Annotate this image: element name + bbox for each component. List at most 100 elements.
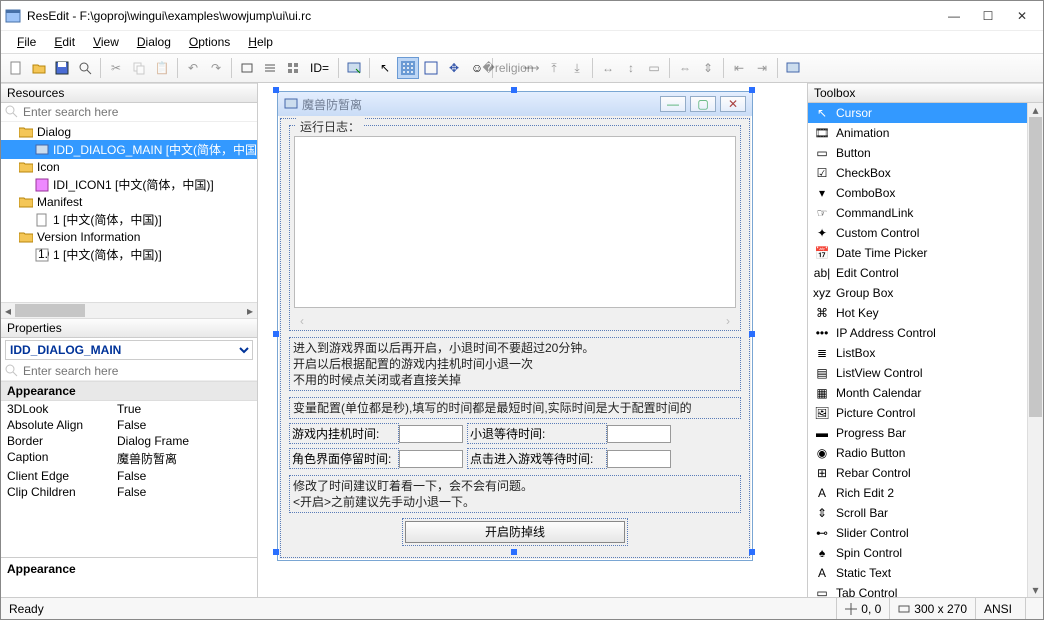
button-start[interactable]: 开启防掉线 (405, 521, 625, 543)
prop-clipchildren[interactable]: Clip ChildrenFalse (1, 484, 257, 500)
align-bottom-icon[interactable]: ⤓ (566, 57, 588, 79)
menu-file[interactable]: File (9, 33, 44, 51)
space-h-icon[interactable]: ⇤ (728, 57, 750, 79)
resources-tree[interactable]: Dialog IDD_DIALOG_MAIN [中文(简体，中国)] Icon … (1, 122, 257, 302)
center-v-icon[interactable]: ⇕ (697, 57, 719, 79)
prop-caption[interactable]: Caption魔兽防暂离 (1, 449, 257, 468)
prop-clientedge[interactable]: Client EdgeFalse (1, 468, 257, 484)
toolbox-item-month-calendar[interactable]: ▦Month Calendar (808, 383, 1027, 403)
toolbox-item-combobox[interactable]: ▾ComboBox (808, 183, 1027, 203)
scroll-left-icon[interactable]: ◂ (1, 303, 15, 318)
properties-table[interactable]: Appearance 3DLookTrue Absolute AlignFals… (1, 381, 257, 557)
groupbox-log[interactable]: 运行日志： ‹› (289, 125, 741, 331)
frame-icon[interactable] (420, 57, 442, 79)
scroll-down-icon[interactable]: ▾ (1028, 583, 1043, 597)
toolbox-list[interactable]: ↖Cursor🎞Animation▭Button☑CheckBox▾ComboB… (808, 103, 1027, 597)
menu-options[interactable]: Options (181, 33, 238, 51)
toolbox-vscroll[interactable]: ▴ ▾ (1027, 103, 1043, 597)
label-wait-time[interactable]: 小退等待时间: (467, 423, 607, 444)
tool-list-icon[interactable] (259, 57, 281, 79)
toolbox-item-ip-address-control[interactable]: •••IP Address Control (808, 323, 1027, 343)
toolbox-item-listbox[interactable]: ≣ListBox (808, 343, 1027, 363)
input-game-time[interactable] (399, 425, 463, 443)
scroll-up-icon[interactable]: ▴ (1028, 103, 1043, 117)
menu-view[interactable]: View (85, 33, 127, 51)
toolbox-item-progress-bar[interactable]: ▬Progress Bar (808, 423, 1027, 443)
toolbox-item-custom-control[interactable]: ✦Custom Control (808, 223, 1027, 243)
handle-n[interactable] (511, 87, 517, 93)
input-enter-time[interactable] (607, 450, 671, 468)
toolbox-item-scroll-bar[interactable]: ⇕Scroll Bar (808, 503, 1027, 523)
toolbox-item-picture-control[interactable]: 🖼Picture Control (808, 403, 1027, 423)
toolbox-item-radio-button[interactable]: ◉Radio Button (808, 443, 1027, 463)
edit-log[interactable] (294, 136, 736, 308)
prop-3dlook[interactable]: 3DLookTrue (1, 401, 257, 417)
test-dialog-icon[interactable] (343, 57, 365, 79)
cursor-tool-icon[interactable]: ↖ (374, 57, 396, 79)
tree-dialog[interactable]: Dialog (1, 124, 257, 140)
log-scroll-right[interactable]: › (726, 314, 730, 328)
properties-search-input[interactable] (23, 364, 253, 378)
dialog-preview[interactable]: 魔兽防暂离 — ▢ ✕ 运行日志： ‹› 进入到游戏界面以后再开启，小退时间不要… (277, 91, 753, 561)
toolbox-item-edit-control[interactable]: ab|Edit Control (808, 263, 1027, 283)
redo-icon[interactable]: ↷ (205, 57, 227, 79)
dialog-min-button[interactable]: — (660, 96, 686, 112)
toolbox-item-commandlink[interactable]: ☞CommandLink (808, 203, 1027, 223)
toolbox-item-checkbox[interactable]: ☑CheckBox (808, 163, 1027, 183)
align-left-icon[interactable]: �religion (497, 57, 519, 79)
toolbox-item-button[interactable]: ▭Button (808, 143, 1027, 163)
resources-search-input[interactable] (23, 105, 253, 119)
input-wait-time[interactable] (607, 425, 671, 443)
undo-icon[interactable]: ↶ (182, 57, 204, 79)
save-icon[interactable] (51, 57, 73, 79)
menu-help[interactable]: Help (240, 33, 281, 51)
static-text-3[interactable]: 修改了时间建议盯着看一下，会不会有问题。 <开启>之前建议先手动小退一下。 (289, 475, 741, 513)
menu-edit[interactable]: Edit (46, 33, 83, 51)
tree-dialog-main[interactable]: IDD_DIALOG_MAIN [中文(简体，中国)] (1, 140, 257, 159)
open-icon[interactable] (28, 57, 50, 79)
toolbox-item-listview-control[interactable]: ▤ListView Control (808, 363, 1027, 383)
cut-icon[interactable]: ✂ (105, 57, 127, 79)
dialog-max-button[interactable]: ▢ (690, 96, 716, 112)
label-enter-time[interactable]: 点击进入游戏等待时间: (467, 448, 607, 469)
tree-version1[interactable]: 1.01 [中文(简体，中国)] (1, 245, 257, 264)
same-width-icon[interactable]: ↔ (597, 57, 619, 79)
paste-icon[interactable]: 📋 (151, 57, 173, 79)
copy-icon[interactable] (128, 57, 150, 79)
static-text-1[interactable]: 进入到游戏界面以后再开启，小退时间不要超过20分钟。 开启以后根据配置的游戏内挂… (289, 337, 741, 391)
tree-manifest[interactable]: Manifest (1, 194, 257, 210)
scroll-thumb[interactable] (15, 304, 85, 317)
toolbox-item-rich-edit-2[interactable]: ARich Edit 2 (808, 483, 1027, 503)
grid-dots-icon[interactable] (397, 57, 419, 79)
minimize-button[interactable]: — (937, 5, 971, 27)
preview-icon[interactable] (74, 57, 96, 79)
properties-selector[interactable]: IDD_DIALOG_MAIN (5, 340, 253, 360)
handle-sw[interactable] (273, 549, 279, 555)
scroll-thumb[interactable] (1029, 117, 1042, 417)
toolbox-item-rebar-control[interactable]: ⊞Rebar Control (808, 463, 1027, 483)
tree-icon[interactable]: Icon (1, 159, 257, 175)
design-surface[interactable]: 魔兽防暂离 — ▢ ✕ 运行日志： ‹› 进入到游戏界面以后再开启，小退时间不要… (258, 83, 807, 597)
handle-ne[interactable] (749, 87, 755, 93)
toolbox-item-hot-key[interactable]: ⌘Hot Key (808, 303, 1027, 323)
tab-order-icon[interactable] (782, 57, 804, 79)
tree-version[interactable]: Version Information (1, 229, 257, 245)
center-h-icon[interactable]: ⇔ (674, 57, 696, 79)
toolbox-item-slider-control[interactable]: ⊷Slider Control (808, 523, 1027, 543)
dialog-close-button[interactable]: ✕ (720, 96, 746, 112)
label-stay-time[interactable]: 角色界面停留时间: (289, 448, 399, 469)
input-stay-time[interactable] (399, 450, 463, 468)
resources-hscroll[interactable]: ◂▸ (1, 302, 257, 318)
space-v-icon[interactable]: ⇥ (751, 57, 773, 79)
tool-grid-icon[interactable] (282, 57, 304, 79)
toolbox-item-spin-control[interactable]: ♠Spin Control (808, 543, 1027, 563)
toolbox-item-group-box[interactable]: xyzGroup Box (808, 283, 1027, 303)
menu-dialog[interactable]: Dialog (129, 33, 179, 51)
toolbox-item-animation[interactable]: 🎞Animation (808, 123, 1027, 143)
log-scroll-left[interactable]: ‹ (300, 314, 304, 328)
close-button[interactable]: ✕ (1005, 5, 1039, 27)
handle-w[interactable] (273, 331, 279, 337)
align-top-icon[interactable]: ⤒ (543, 57, 565, 79)
prop-group-appearance[interactable]: Appearance (1, 381, 257, 401)
handle-se[interactable] (749, 549, 755, 555)
